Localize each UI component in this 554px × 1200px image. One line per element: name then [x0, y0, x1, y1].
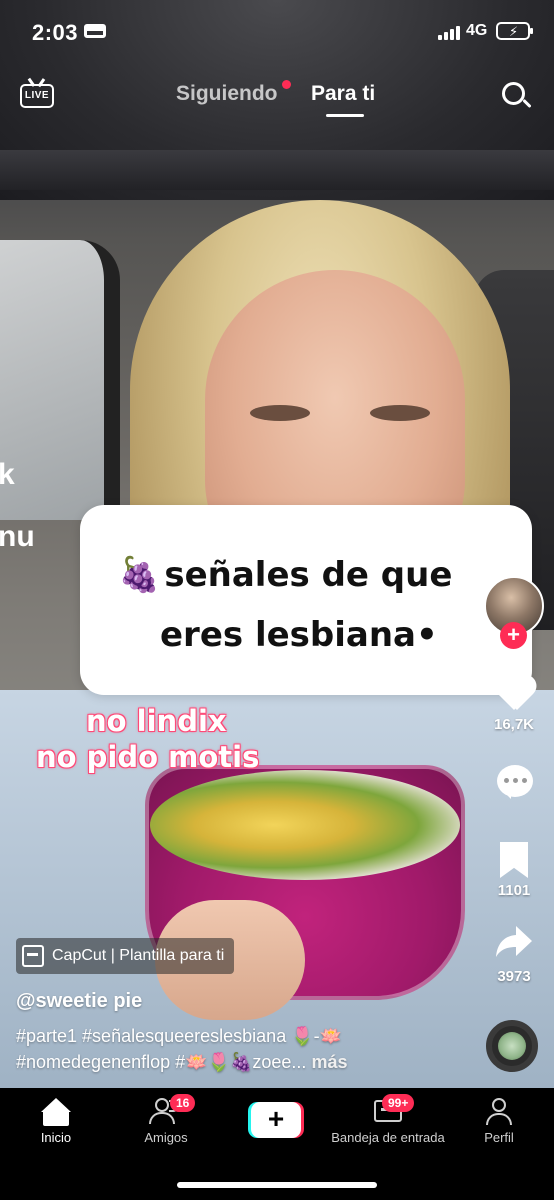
- status-time: 2:03: [32, 20, 79, 45]
- video-caption-line-2-text: #nomedegenenflop #🪷🌷🍇zoee...: [16, 1052, 307, 1072]
- video-edge-text: nu: [0, 520, 35, 553]
- video-caption-line[interactable]: #parte1 #señalesqueereslesbiana 🌷-🪷: [16, 1026, 342, 1047]
- search-button[interactable]: [500, 80, 532, 112]
- live-button[interactable]: LIVE: [20, 78, 54, 108]
- tab-profile[interactable]: Perfil: [478, 1098, 520, 1145]
- status-bar: 2:03 4G ⚡: [0, 0, 554, 66]
- search-icon: [502, 82, 525, 105]
- share-count: 3973: [497, 968, 531, 985]
- comment-icon[interactable]: [497, 765, 533, 799]
- profile-icon: [484, 1098, 514, 1126]
- card-line-1: 🍇 señales de que: [118, 555, 452, 595]
- create-plus-icon: +: [251, 1102, 301, 1138]
- capcut-template-link[interactable]: CapCut | Plantilla para ti: [16, 938, 235, 974]
- tab-friends-label: Amigos: [144, 1130, 188, 1145]
- search-icon-handle: [522, 98, 532, 109]
- active-tab-indicator: [326, 114, 364, 117]
- top-nav: LIVE Siguiendo Para ti: [0, 72, 554, 122]
- more-button[interactable]: más: [311, 1052, 347, 1072]
- video-overlay-text: no pido motis: [36, 740, 260, 774]
- share-icon[interactable]: [494, 924, 534, 960]
- music-disc-icon[interactable]: [486, 1020, 538, 1072]
- video-background-lights: [0, 150, 554, 190]
- creator-username[interactable]: @sweetie pie: [16, 990, 142, 1013]
- video-caption-card: 🍇 señales de que eres lesbiana•: [80, 505, 532, 695]
- signal-icon: [438, 24, 460, 40]
- tab-inbox-label: Bandeja de entrada: [331, 1130, 445, 1145]
- like-count: 16,7K: [493, 716, 535, 733]
- heart-icon[interactable]: [495, 676, 535, 712]
- tab-profile-label: Perfil: [484, 1130, 514, 1145]
- tab-for-you[interactable]: Para ti: [311, 82, 375, 106]
- home-indicator: [177, 1182, 377, 1188]
- video-caption-line[interactable]: #nomedegenenflop #🪷🌷🍇zoee... más: [16, 1052, 347, 1073]
- follow-button[interactable]: +: [500, 622, 527, 649]
- card-line-2: eres lesbiana•: [160, 615, 438, 655]
- create-button[interactable]: +: [248, 1102, 304, 1138]
- friends-badge: 16: [170, 1094, 196, 1112]
- video-edge-text: k: [0, 458, 15, 491]
- video-overlay-text: no lindix: [86, 704, 227, 738]
- capcut-icon: [22, 945, 44, 967]
- tab-following[interactable]: Siguiendo: [176, 82, 278, 106]
- inbox-badge: 99+: [382, 1094, 415, 1112]
- home-icon: [41, 1098, 71, 1126]
- video-subject-eye: [370, 405, 430, 421]
- bed-icon: [84, 24, 106, 38]
- capcut-template-label: CapCut | Plantilla para ti: [52, 947, 225, 964]
- card-line-2-bullet: •: [416, 615, 438, 655]
- card-line-1-text: señales de que: [164, 555, 453, 595]
- grapes-icon: 🍇: [118, 555, 161, 595]
- video-background-window: [0, 240, 120, 520]
- network-type: 4G: [466, 22, 488, 39]
- tab-home-label: Inicio: [40, 1130, 72, 1145]
- live-label: LIVE: [20, 84, 54, 108]
- video-bowl-fruit: [150, 770, 460, 880]
- notification-dot: [282, 80, 291, 89]
- video-subject-eye: [250, 405, 310, 421]
- battery-charging-icon: ⚡: [496, 22, 533, 40]
- bookmark-count: 1101: [497, 882, 531, 899]
- card-line-2-text: eres lesbiana: [160, 615, 416, 655]
- tab-home[interactable]: Inicio: [36, 1098, 76, 1145]
